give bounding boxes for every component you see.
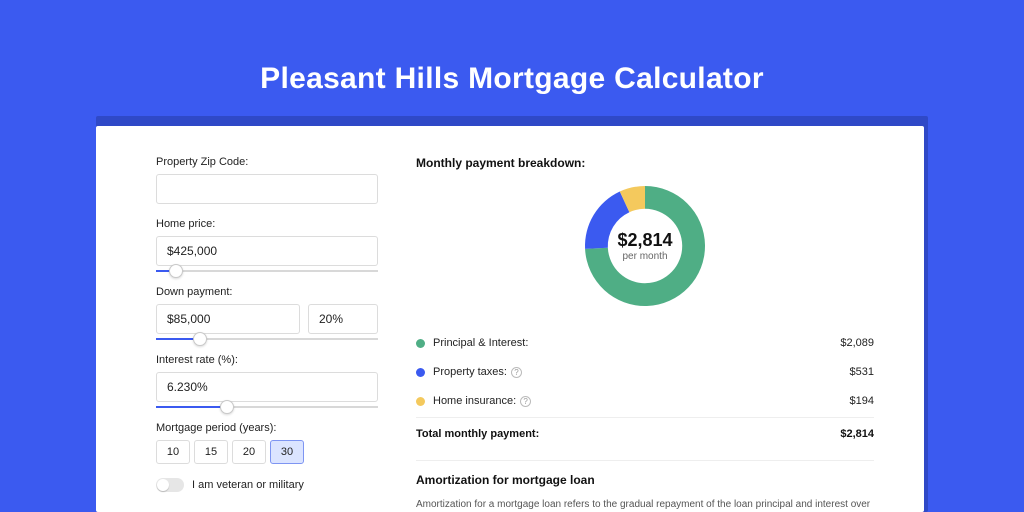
down-payment-input[interactable] bbox=[156, 304, 300, 334]
veteran-toggle[interactable] bbox=[156, 478, 184, 492]
zip-input[interactable] bbox=[156, 174, 378, 204]
zip-field-group: Property Zip Code: bbox=[156, 156, 378, 204]
period-label: Mortgage period (years): bbox=[156, 422, 378, 434]
slider-thumb[interactable] bbox=[220, 400, 234, 414]
home-price-input[interactable] bbox=[156, 236, 378, 266]
legend-label: Property taxes: bbox=[433, 366, 507, 378]
veteran-row: I am veteran or military bbox=[156, 478, 378, 492]
period-chip-30[interactable]: 30 bbox=[270, 440, 304, 464]
legend-dot bbox=[416, 368, 425, 377]
donut-chart: $2,814 per month bbox=[581, 182, 709, 310]
down-payment-label: Down payment: bbox=[156, 286, 378, 298]
legend-row: Home insurance:? $194 bbox=[416, 386, 874, 415]
form-panel: Property Zip Code: Home price: Down paym… bbox=[96, 126, 396, 512]
page-background: Pleasant Hills Mortgage Calculator Prope… bbox=[0, 0, 1024, 512]
toggle-knob bbox=[157, 479, 169, 491]
legend-row: Property taxes:? $531 bbox=[416, 357, 874, 386]
home-price-label: Home price: bbox=[156, 218, 378, 230]
total-label: Total monthly payment: bbox=[416, 428, 539, 440]
page-title: Pleasant Hills Mortgage Calculator bbox=[0, 0, 1024, 114]
breakdown-title: Monthly payment breakdown: bbox=[416, 156, 874, 170]
legend-label: Principal & Interest: bbox=[433, 337, 528, 349]
donut-center: $2,814 per month bbox=[581, 182, 709, 310]
amortization-title: Amortization for mortgage loan bbox=[416, 473, 874, 487]
legend-label: Home insurance: bbox=[433, 395, 516, 407]
total-value: $2,814 bbox=[840, 428, 874, 440]
zip-label: Property Zip Code: bbox=[156, 156, 378, 168]
down-payment-pct-input[interactable] bbox=[308, 304, 378, 334]
period-chip-20[interactable]: 20 bbox=[232, 440, 266, 464]
legend-amount: $194 bbox=[850, 395, 874, 407]
home-price-slider[interactable] bbox=[156, 270, 378, 272]
period-chip-10[interactable]: 10 bbox=[156, 440, 190, 464]
period-group: Mortgage period (years): 10152030 bbox=[156, 422, 378, 464]
period-chip-15[interactable]: 15 bbox=[194, 440, 228, 464]
legend-amount: $531 bbox=[850, 366, 874, 378]
interest-slider[interactable] bbox=[156, 406, 378, 408]
down-payment-group: Down payment: bbox=[156, 286, 378, 340]
breakdown-panel: Monthly payment breakdown: $2,814 per mo… bbox=[396, 126, 924, 512]
donut-center-sub: per month bbox=[622, 251, 667, 262]
slider-thumb[interactable] bbox=[169, 264, 183, 278]
down-payment-slider[interactable] bbox=[156, 338, 378, 340]
legend-amount: $2,089 bbox=[840, 337, 874, 349]
legend-dot bbox=[416, 397, 425, 406]
slider-thumb[interactable] bbox=[193, 332, 207, 346]
donut-wrap: $2,814 per month bbox=[416, 182, 874, 310]
interest-group: Interest rate (%): bbox=[156, 354, 378, 408]
interest-input[interactable] bbox=[156, 372, 378, 402]
legend-row: Principal & Interest: $2,089 bbox=[416, 328, 874, 357]
veteran-label: I am veteran or military bbox=[192, 479, 304, 491]
legend-dot bbox=[416, 339, 425, 348]
legend: Principal & Interest: $2,089 Property taxe… bbox=[416, 328, 874, 415]
info-icon[interactable]: ? bbox=[520, 396, 531, 407]
info-icon[interactable]: ? bbox=[511, 367, 522, 378]
total-row: Total monthly payment: $2,814 bbox=[416, 417, 874, 450]
calculator-card: Property Zip Code: Home price: Down paym… bbox=[96, 126, 924, 512]
amortization-text: Amortization for a mortgage loan refers … bbox=[416, 497, 874, 512]
donut-center-value: $2,814 bbox=[617, 230, 672, 251]
home-price-group: Home price: bbox=[156, 218, 378, 272]
interest-label: Interest rate (%): bbox=[156, 354, 378, 366]
amortization-section: Amortization for mortgage loan Amortizat… bbox=[416, 460, 874, 512]
